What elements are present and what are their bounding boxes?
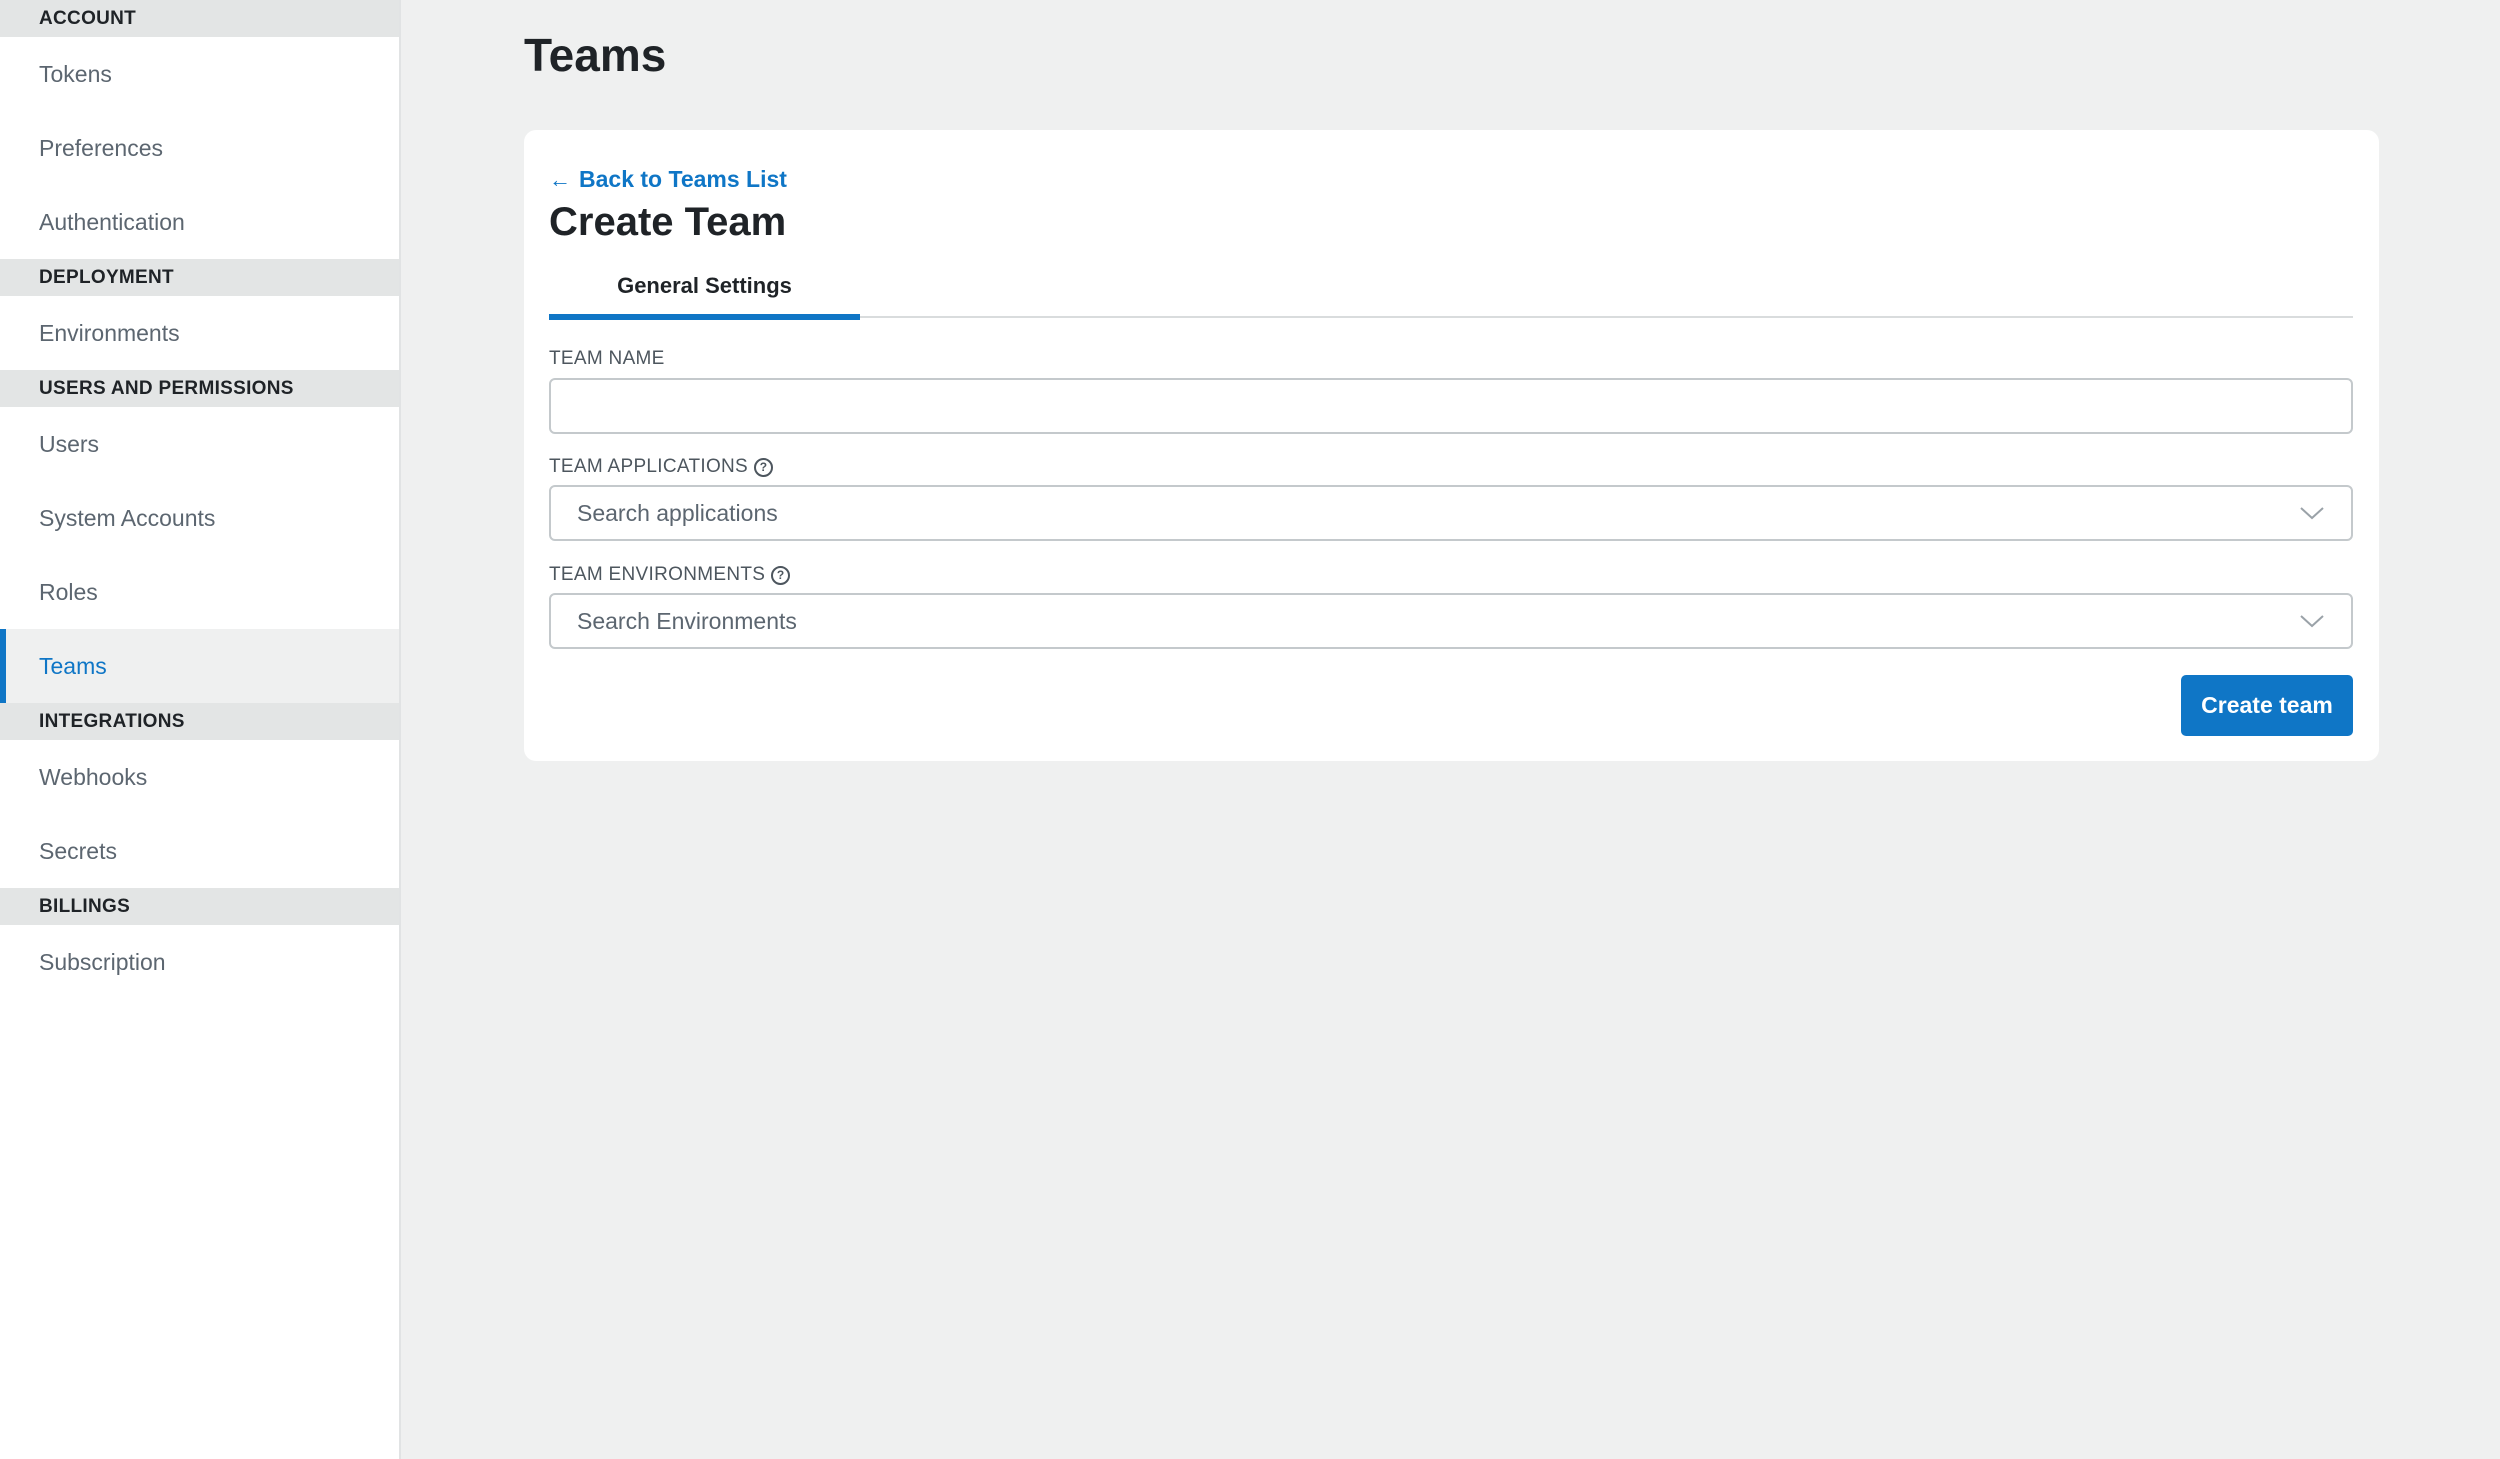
section-header-billings: BILLINGS [0, 888, 399, 925]
team-name-input[interactable] [549, 378, 2353, 434]
chevron-down-icon [2300, 507, 2324, 520]
team-environments-label: TEAM ENVIRONMENTS ? [549, 564, 791, 586]
tab-bar: General Settings [549, 265, 2353, 320]
team-environments-placeholder: Search Environments [577, 607, 797, 634]
back-to-teams-link[interactable]: ← Back to Teams List [549, 166, 787, 193]
section-header-account: ACCOUNT [0, 0, 399, 37]
arrow-left-icon: ← [549, 166, 571, 192]
sidebar-item-tokens[interactable]: Tokens [0, 37, 399, 111]
section-header-integrations: INTEGRATIONS [0, 703, 399, 740]
sidebar-item-webhooks[interactable]: Webhooks [0, 740, 399, 814]
team-applications-select[interactable]: Search applications [549, 485, 2353, 541]
sidebar: ACCOUNT Tokens Preferences Authenticatio… [0, 0, 401, 1459]
section-header-deployment: DEPLOYMENT [0, 259, 399, 296]
sidebar-item-users[interactable]: Users [0, 407, 399, 481]
back-link-label: Back to Teams List [579, 166, 787, 192]
section-header-users-and-permissions: USERS AND PERMISSIONS [0, 370, 399, 407]
team-applications-label: TEAM APPLICATIONS ? [549, 456, 774, 478]
card-title: Create Team [549, 200, 787, 244]
create-team-button[interactable]: Create team [2181, 675, 2353, 736]
team-applications-placeholder: Search applications [577, 499, 778, 526]
team-environments-select[interactable]: Search Environments [549, 593, 2353, 649]
team-environments-label-text: TEAM ENVIRONMENTS [549, 564, 766, 585]
tab-general-settings[interactable]: General Settings [549, 265, 860, 320]
team-applications-label-text: TEAM APPLICATIONS [549, 456, 749, 477]
sidebar-item-roles[interactable]: Roles [0, 555, 399, 629]
sidebar-item-authentication[interactable]: Authentication [0, 185, 399, 259]
chevron-down-icon [2300, 615, 2324, 628]
sidebar-item-teams[interactable]: Teams [0, 629, 399, 703]
sidebar-item-preferences[interactable]: Preferences [0, 111, 399, 185]
help-circle-icon[interactable]: ? [754, 457, 774, 477]
page-title: Teams [524, 29, 667, 81]
sidebar-item-environments[interactable]: Environments [0, 296, 399, 370]
help-circle-icon[interactable]: ? [771, 565, 791, 585]
sidebar-item-system-accounts[interactable]: System Accounts [0, 481, 399, 555]
sidebar-item-secrets[interactable]: Secrets [0, 814, 399, 888]
create-team-card: ← Back to Teams List Create Team General… [524, 130, 2379, 761]
sidebar-item-subscription[interactable]: Subscription [0, 925, 399, 999]
team-name-label: TEAM NAME [549, 348, 665, 370]
team-name-label-text: TEAM NAME [549, 348, 665, 369]
